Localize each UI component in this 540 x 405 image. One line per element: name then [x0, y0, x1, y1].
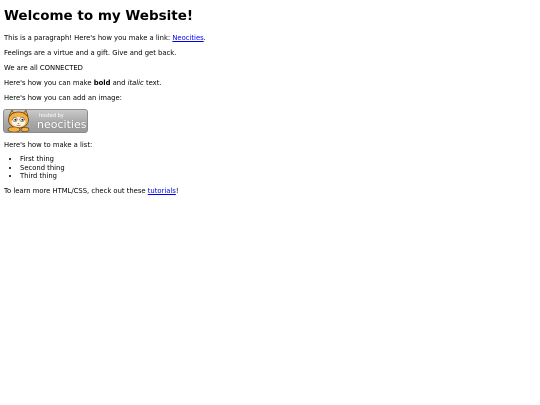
neocities-cat-icon	[7, 110, 30, 132]
italic-text: italic	[127, 79, 144, 87]
connected-paragraph: We are all CONNECTED	[4, 64, 83, 72]
formatting-after: text.	[143, 79, 162, 87]
outro-before: To learn more HTML/CSS, check out these	[4, 187, 148, 195]
intro-suffix: .	[203, 34, 206, 42]
feelings-paragraph: Feelings are a virtue and a gift. Give a…	[4, 49, 177, 57]
formatting-before: Here's how you can make	[4, 79, 94, 87]
image-intro-paragraph: Here's how you can add an image:	[4, 94, 122, 102]
outro-after: !	[175, 187, 179, 195]
intro-text: This is a paragraph! Here's how you make…	[4, 34, 173, 42]
bold-text: bold	[93, 79, 111, 87]
list-item: First thing	[20, 155, 65, 164]
page-title: Welcome to my Website!	[4, 8, 194, 24]
neocities-link[interactable]: Neocities	[172, 34, 203, 42]
list-item: Third thing	[20, 172, 65, 181]
tutorials-link[interactable]: tutorials	[148, 187, 176, 195]
intro-paragraph: This is a paragraph! Here's how you make…	[4, 33, 206, 43]
page: Welcome to my Website! This is a paragra…	[0, 0, 540, 405]
list-item: Second thing	[20, 164, 65, 173]
badge-brand-text: neocities	[37, 118, 87, 131]
outro-paragraph: To learn more HTML/CSS, check out these …	[4, 186, 179, 196]
formatting-paragraph: Here's how you can make bold and italic …	[4, 78, 162, 88]
formatting-middle: and	[110, 79, 128, 87]
list-intro-paragraph: Here's how to make a list:	[4, 141, 93, 149]
hosted-by-neocities-badge: hosted by neocities	[3, 109, 88, 133]
thing-list: First thing Second thing Third thing	[4, 155, 65, 181]
